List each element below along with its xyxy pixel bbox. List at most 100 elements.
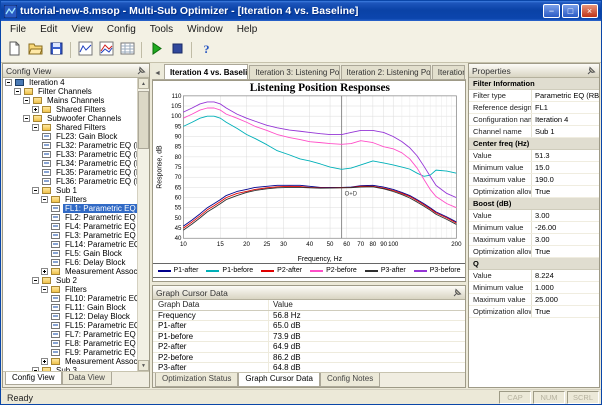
save-file-button[interactable] (46, 40, 66, 60)
tree-item[interactable]: FL35: Parametric EQ (RBJ) (3, 168, 138, 177)
run-optimizer-button[interactable] (146, 40, 166, 60)
tree-item[interactable]: FL14: Parametric EQ (RBJ) (3, 240, 138, 249)
menu-item-help[interactable]: Help (230, 23, 265, 36)
tree-item[interactable]: Shared Filters (3, 123, 138, 132)
table-row[interactable]: P1-before 73.9 dB (153, 331, 465, 343)
graph-overlay-button[interactable] (96, 40, 116, 60)
tree-item[interactable]: FL7: Parametric EQ (RBJ) (3, 330, 138, 339)
property-row[interactable]: Minimum value 15.0 (469, 162, 599, 174)
collapse-icon[interactable] (23, 115, 30, 122)
pane-tab-config-view[interactable]: Config View (5, 372, 62, 385)
property-value[interactable]: 190.0 (532, 174, 599, 185)
pin-icon[interactable] (587, 66, 596, 75)
property-section-header[interactable]: Center freq (Hz) (469, 138, 599, 150)
titlebar[interactable]: tutorial-new-8.msop - Multi-Sub Optimize… (1, 1, 601, 21)
collapse-icon[interactable] (14, 88, 21, 95)
chart-canvas[interactable]: 40 45 50 55 60 65 70 75 80 85 90 95 100 105 110 10 15 20 2… (153, 81, 465, 263)
tree-item[interactable]: FL23: Gain Block (3, 132, 138, 141)
property-row[interactable]: Value 8.224 (469, 270, 599, 282)
property-section-header[interactable]: Boost (dB) (469, 198, 599, 210)
property-row[interactable]: Maximum value 3.00 (469, 234, 599, 246)
property-row[interactable]: Filter type Parametric EQ (RBJ) (469, 90, 599, 102)
menu-item-edit[interactable]: Edit (33, 23, 64, 36)
tree-item[interactable]: FL33: Parametric EQ (RBJ) (3, 150, 138, 159)
property-row[interactable]: Channel name Sub 1 (469, 126, 599, 138)
scrollbar-thumb[interactable] (138, 91, 149, 149)
property-value[interactable]: 15.0 (532, 162, 599, 173)
tree-item[interactable]: FL9: Parametric EQ (RBJ) (3, 348, 138, 357)
tree-item[interactable]: FL12: Delay Block (3, 312, 138, 321)
tree-item[interactable]: FL11: Gain Block (3, 303, 138, 312)
open-file-button[interactable] (25, 40, 45, 60)
property-row[interactable]: Minimum value 1.000 (469, 282, 599, 294)
collapse-icon[interactable] (41, 286, 48, 293)
collapse-icon[interactable] (32, 124, 39, 131)
tree-item[interactable]: Sub 2 (3, 276, 138, 285)
property-value[interactable]: FL1 (532, 102, 599, 113)
collapse-icon[interactable] (5, 79, 12, 86)
property-value[interactable]: -26.00 (532, 222, 599, 233)
data-grid-button[interactable] (117, 40, 137, 60)
table-row[interactable]: P2-before 86.2 dB (153, 352, 465, 363)
expand-icon[interactable] (41, 268, 48, 275)
property-value[interactable]: True (532, 306, 599, 317)
tree-item[interactable]: FL1: Parametric EQ (RBJ) (3, 204, 138, 213)
stop-button[interactable] (167, 40, 187, 60)
menu-item-tools[interactable]: Tools (143, 23, 180, 36)
pane-tab-graph-cursor-data[interactable]: Graph Cursor Data (238, 373, 320, 387)
tree-item[interactable]: Measurement Associations (3, 267, 138, 276)
property-row[interactable]: Reference designatorFL1 (469, 102, 599, 114)
property-value[interactable]: 51.3 (532, 150, 599, 161)
tree-scrollbar[interactable]: ▲ ▼ (137, 78, 149, 371)
tree-item[interactable]: FL6: Delay Block (3, 258, 138, 267)
expand-icon[interactable] (41, 358, 48, 365)
tree-item[interactable]: FL8: Parametric EQ (RBJ) (3, 339, 138, 348)
tree-item[interactable]: FL10: Parametric EQ (RBJ) (3, 294, 138, 303)
property-value[interactable]: 25.000 (532, 294, 599, 305)
table-row[interactable]: P2-after 64.9 dB (153, 342, 465, 353)
property-row[interactable]: Maximum value 25.000 (469, 294, 599, 306)
scroll-down-icon[interactable]: ▼ (138, 360, 149, 371)
property-row[interactable]: Optimization allowedTrue (469, 186, 599, 198)
property-row[interactable]: Minimum value -26.00 (469, 222, 599, 234)
property-value[interactable]: True (532, 246, 599, 257)
graph-button[interactable] (75, 40, 95, 60)
menu-item-file[interactable]: File (3, 23, 33, 36)
property-row[interactable]: Value 51.3 (469, 150, 599, 162)
property-section-header[interactable]: Q (469, 258, 599, 270)
menu-item-view[interactable]: View (64, 23, 100, 36)
property-row[interactable]: Maximum value 190.0 (469, 174, 599, 186)
collapse-icon[interactable] (41, 196, 48, 203)
property-row[interactable]: Configuration name Iteration 4 (469, 114, 599, 126)
collapse-icon[interactable] (32, 277, 39, 284)
tree-item[interactable]: FL36: Parametric EQ (RBJ) (3, 177, 138, 186)
property-value[interactable]: Iteration 4 (532, 114, 599, 125)
table-row[interactable]: P1-after 65.0 dB (153, 321, 465, 332)
minimize-button[interactable]: − (543, 4, 560, 18)
property-value[interactable]: Sub 1 (532, 126, 599, 137)
tree-item[interactable]: FL32: Parametric EQ (RBJ) (3, 141, 138, 150)
menu-item-window[interactable]: Window (180, 23, 230, 36)
property-value[interactable]: 3.00 (532, 210, 599, 221)
collapse-icon[interactable] (32, 187, 39, 194)
tree-item[interactable]: Iteration 4 (3, 78, 138, 87)
property-value[interactable]: 3.00 (532, 234, 599, 245)
property-row[interactable]: Value 3.00 (469, 210, 599, 222)
tree-item[interactable]: Filter Channels (3, 87, 138, 96)
tab-scroll-left-icon[interactable]: ◄ (152, 70, 164, 79)
tree-item[interactable]: FL34: Parametric EQ (RBJ) (3, 159, 138, 168)
tree-item[interactable]: Filters (3, 195, 138, 204)
pane-tab-optimization-status[interactable]: Optimization Status (155, 373, 239, 387)
property-value[interactable]: True (532, 186, 599, 197)
expand-icon[interactable] (32, 106, 39, 113)
tree-item[interactable]: FL5: Gain Block (3, 249, 138, 258)
tree-item[interactable]: Mains Channels (3, 96, 138, 105)
scroll-up-icon[interactable]: ▲ (138, 78, 149, 89)
property-value[interactable]: 1.000 (532, 282, 599, 293)
close-button[interactable]: × (581, 4, 598, 18)
pane-tab-data-view[interactable]: Data View (61, 372, 112, 385)
collapse-icon[interactable] (32, 367, 39, 371)
tree-item[interactable]: FL4: Parametric EQ (RBJ) (3, 222, 138, 231)
pin-icon[interactable] (137, 66, 146, 75)
scrollbar-track[interactable] (138, 89, 149, 360)
